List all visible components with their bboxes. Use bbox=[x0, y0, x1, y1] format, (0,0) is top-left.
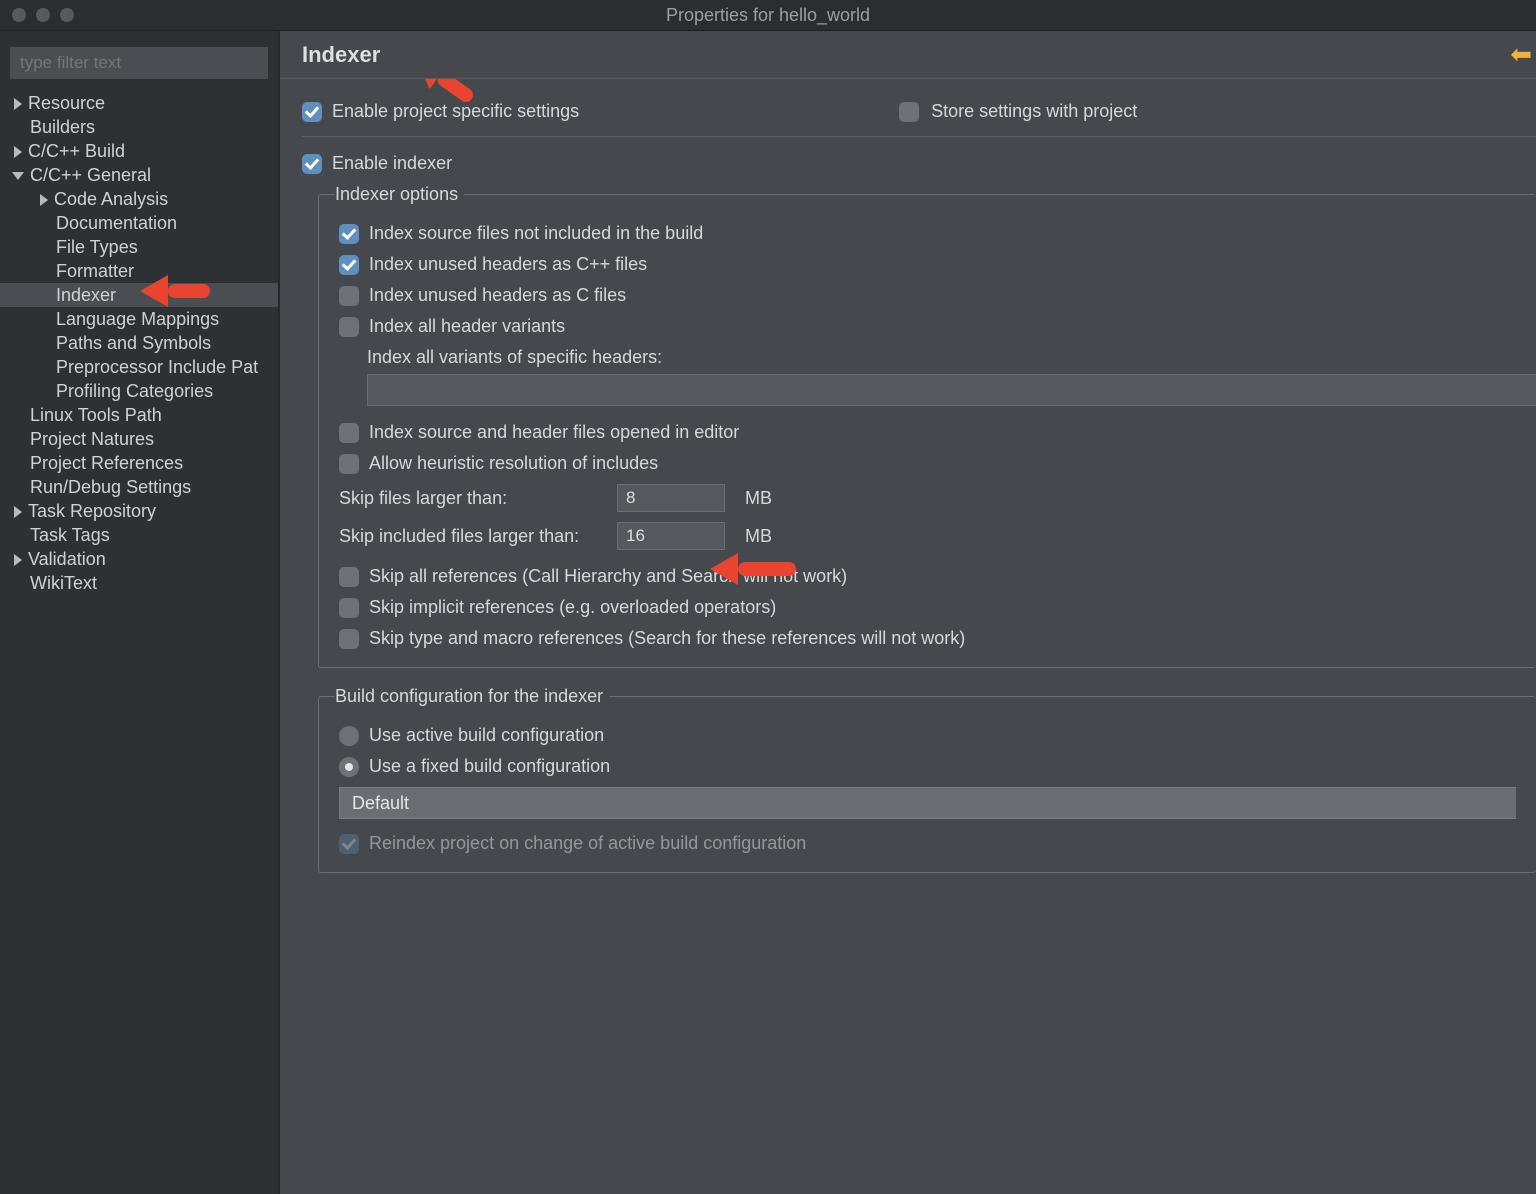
chevron-right-icon bbox=[14, 554, 22, 566]
label-store-with-project: Store settings with project bbox=[931, 101, 1137, 122]
tree-item-code-analysis[interactable]: Code Analysis bbox=[0, 187, 278, 211]
page-title: Indexer bbox=[302, 42, 380, 68]
chevron-down-icon bbox=[12, 172, 24, 180]
tree-item-file-types[interactable]: File Types bbox=[0, 235, 278, 259]
tree-item-project-natures[interactable]: Project Natures bbox=[0, 427, 278, 451]
tree-item-builders[interactable]: Builders bbox=[0, 115, 278, 139]
label-skip-included: Skip included files larger than: bbox=[339, 526, 609, 547]
divider bbox=[302, 136, 1536, 137]
tree-item-task-repository[interactable]: Task Repository bbox=[0, 499, 278, 523]
group-build-config: Build configuration for the indexer Use … bbox=[318, 686, 1536, 873]
window-title: Properties for hello_world bbox=[0, 5, 1536, 26]
checkbox-index-unused-cpp[interactable] bbox=[339, 255, 359, 275]
tree-item-cpp-general[interactable]: C/C++ General bbox=[0, 163, 278, 187]
tree-item-paths-symbols[interactable]: Paths and Symbols bbox=[0, 331, 278, 355]
legend-indexer-options: Indexer options bbox=[335, 184, 464, 205]
close-window-icon[interactable] bbox=[12, 8, 26, 22]
label-enable-project-specific: Enable project specific settings bbox=[332, 101, 579, 122]
input-specific-headers[interactable] bbox=[367, 374, 1536, 406]
titlebar: Properties for hello_world bbox=[0, 0, 1536, 30]
back-arrow-icon[interactable]: ⬅ bbox=[1510, 39, 1532, 70]
tree-item-resource[interactable]: Resource bbox=[0, 91, 278, 115]
zoom-window-icon[interactable] bbox=[60, 8, 74, 22]
nav-tree: Resource Builders C/C++ Build C/C++ Gene… bbox=[0, 89, 278, 595]
checkbox-skip-type-macro[interactable] bbox=[339, 629, 359, 649]
window-controls bbox=[12, 8, 74, 22]
tree-item-wikitext[interactable]: WikiText bbox=[0, 571, 278, 595]
checkbox-store-with-project[interactable] bbox=[899, 102, 919, 122]
sidebar: Resource Builders C/C++ Build C/C++ Gene… bbox=[0, 31, 280, 1194]
tree-item-formatter[interactable]: Formatter bbox=[0, 259, 278, 283]
tree-item-task-tags[interactable]: Task Tags bbox=[0, 523, 278, 547]
main-panel: Indexer ⬅ Enable project specific settin… bbox=[280, 31, 1536, 1194]
page-header: Indexer ⬅ bbox=[280, 31, 1536, 79]
chevron-right-icon bbox=[14, 98, 22, 110]
radio-use-fixed[interactable] bbox=[339, 757, 359, 777]
tree-item-linux-tools[interactable]: Linux Tools Path bbox=[0, 403, 278, 427]
checkbox-allow-heuristic[interactable] bbox=[339, 454, 359, 474]
minimize-window-icon[interactable] bbox=[36, 8, 50, 22]
checkbox-index-opened[interactable] bbox=[339, 423, 359, 443]
checkbox-index-all-header-variants[interactable] bbox=[339, 317, 359, 337]
filter-input[interactable] bbox=[10, 47, 268, 79]
tree-item-validation[interactable]: Validation bbox=[0, 547, 278, 571]
input-skip-included[interactable] bbox=[617, 522, 725, 550]
checkbox-index-source-not-in-build[interactable] bbox=[339, 224, 359, 244]
label-skip-files: Skip files larger than: bbox=[339, 488, 609, 509]
chevron-right-icon bbox=[14, 146, 22, 158]
checkbox-skip-all-refs[interactable] bbox=[339, 567, 359, 587]
chevron-right-icon bbox=[40, 194, 48, 206]
tree-item-indexer[interactable]: Indexer bbox=[0, 283, 278, 307]
checkbox-index-unused-c[interactable] bbox=[339, 286, 359, 306]
legend-build-config: Build configuration for the indexer bbox=[335, 686, 609, 707]
checkbox-skip-implicit[interactable] bbox=[339, 598, 359, 618]
tree-item-run-debug[interactable]: Run/Debug Settings bbox=[0, 475, 278, 499]
tree-item-project-references[interactable]: Project References bbox=[0, 451, 278, 475]
checkbox-enable-indexer[interactable] bbox=[302, 154, 322, 174]
tree-item-documentation[interactable]: Documentation bbox=[0, 211, 278, 235]
group-indexer-options: Indexer options Index source files not i… bbox=[318, 184, 1536, 668]
select-build-config[interactable]: Default bbox=[339, 787, 1516, 819]
chevron-right-icon bbox=[14, 506, 22, 518]
tree-item-preprocessor-include[interactable]: Preprocessor Include Pat bbox=[0, 355, 278, 379]
tree-item-profiling-categories[interactable]: Profiling Categories bbox=[0, 379, 278, 403]
radio-use-active[interactable] bbox=[339, 726, 359, 746]
tree-item-language-mappings[interactable]: Language Mappings bbox=[0, 307, 278, 331]
tree-item-cpp-build[interactable]: C/C++ Build bbox=[0, 139, 278, 163]
input-skip-files[interactable] bbox=[617, 484, 725, 512]
checkbox-reindex-on-change bbox=[339, 834, 359, 854]
label-specific-headers: Index all variants of specific headers: bbox=[367, 347, 1516, 368]
label-enable-indexer: Enable indexer bbox=[332, 153, 452, 174]
checkbox-enable-project-specific[interactable] bbox=[302, 102, 322, 122]
